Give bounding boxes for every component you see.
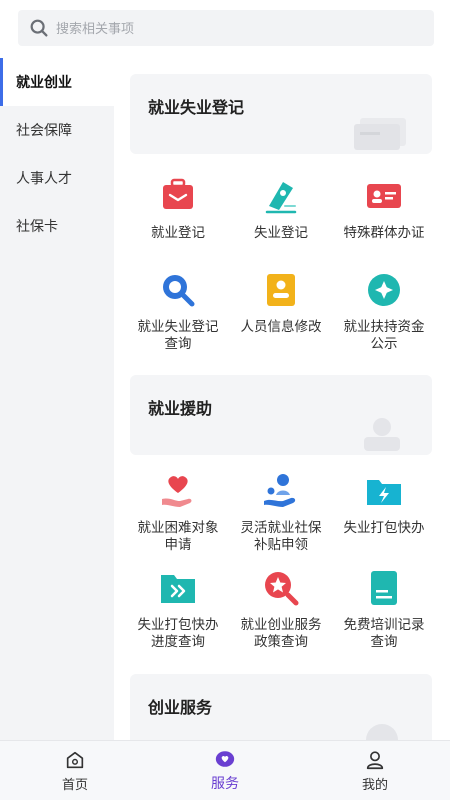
section-title: 就业失业登记 xyxy=(148,100,245,117)
section-title: 创业服务 xyxy=(148,700,213,717)
tab-home[interactable]: 首页 xyxy=(0,741,150,800)
bottom-tab-bar: 首页 服务 我的 xyxy=(0,740,450,800)
service-tile-flexible-subsidy[interactable]: 灵活就业社保补贴申领 xyxy=(231,471,331,553)
id-card-icon xyxy=(367,184,401,208)
user-icon xyxy=(366,750,384,769)
service-tile-label: 就业困难对象申请 xyxy=(137,520,219,552)
service-tile-label: 就业失业登记查询 xyxy=(137,319,219,351)
person-hand-icon xyxy=(264,474,296,507)
sidebar-item-personnel[interactable]: 人事人才 xyxy=(0,154,114,202)
service-tile-training-record[interactable]: 免费培训记录查询 xyxy=(334,568,434,650)
service-tile-label: 灵活就业社保补贴申领 xyxy=(240,520,322,552)
folder-lightning-icon xyxy=(367,480,401,505)
search-input[interactable] xyxy=(56,20,396,36)
person-badge-icon xyxy=(364,418,400,451)
service-tile-label: 特殊群体办证 xyxy=(343,225,425,240)
search-icon xyxy=(30,19,48,37)
service-tile-label: 就业扶持资金公示 xyxy=(343,319,425,351)
sidebar-item-label: 社会保障 xyxy=(16,122,72,138)
section-banner-assistance[interactable]: 就业援助 xyxy=(130,375,432,455)
briefcase-icon xyxy=(163,178,193,209)
tab-label: 我的 xyxy=(361,776,388,792)
top-bar xyxy=(0,0,450,58)
sidebar-item-social-security[interactable]: 社会保障 xyxy=(0,106,114,154)
sidebar-item-label: 就业创业 xyxy=(16,74,72,90)
section-banner-registration[interactable]: 就业失业登记 xyxy=(130,74,432,154)
service-tile-label: 就业创业服务政策查询 xyxy=(240,617,322,649)
home-icon xyxy=(66,751,84,768)
service-tile-special-group-certificate[interactable]: 特殊群体办证 xyxy=(334,176,434,241)
service-tile-label: 就业登记 xyxy=(151,225,205,240)
tab-label: 首页 xyxy=(61,776,88,792)
pen-nib-icon xyxy=(265,182,297,214)
tab-mine[interactable]: 我的 xyxy=(300,741,450,800)
service-tile-registration-query[interactable]: 就业失业登记查询 xyxy=(128,270,228,352)
user-doc-icon xyxy=(267,274,295,306)
diamond-badge-icon xyxy=(368,274,400,306)
heart-bubble-icon xyxy=(215,751,235,767)
service-tile-unemployment-registration[interactable]: 失业登记 xyxy=(231,176,331,241)
search-bar[interactable] xyxy=(18,10,434,46)
heart-hand-icon xyxy=(162,476,192,507)
star-search-icon xyxy=(265,572,299,606)
section-banner-entrepreneurship[interactable]: 创业服务 xyxy=(130,674,432,740)
service-tile-support-fund-notice[interactable]: 就业扶持资金公示 xyxy=(334,270,434,352)
card-stack-icon xyxy=(354,118,406,150)
service-tile-label: 失业打包快办进度查询 xyxy=(137,617,219,649)
service-tile-label: 人员信息修改 xyxy=(240,319,322,334)
service-content: 就业失业登记 就业登记 失业登记 特殊群体办证 就业失业登记查询 人员信息修改 … xyxy=(114,58,450,740)
document-icon xyxy=(371,571,397,605)
yuan-badge-icon xyxy=(366,724,398,740)
category-sidebar: 就业创业 社会保障 人事人才 社保卡 xyxy=(0,58,114,740)
service-tile-label: 失业登记 xyxy=(254,225,308,240)
search-query-icon xyxy=(163,275,195,307)
sidebar-item-label: 社保卡 xyxy=(16,218,58,234)
service-tile-package-progress[interactable]: 失业打包快办进度查询 xyxy=(128,568,228,650)
tab-services[interactable]: 服务 xyxy=(150,741,300,800)
sidebar-item-social-card[interactable]: 社保卡 xyxy=(0,202,114,250)
service-tile-label: 失业打包快办 xyxy=(343,520,425,535)
tab-label: 服务 xyxy=(211,775,239,791)
section-title: 就业援助 xyxy=(148,401,213,418)
sidebar-item-employment[interactable]: 就业创业 xyxy=(0,58,114,106)
service-tile-label: 免费培训记录查询 xyxy=(343,617,425,649)
service-tile-employment-registration[interactable]: 就业登记 xyxy=(128,176,228,241)
service-tile-unemployment-package[interactable]: 失业打包快办 xyxy=(334,471,434,536)
service-tile-policy-query[interactable]: 就业创业服务政策查询 xyxy=(231,568,331,650)
service-tile-hardship-application[interactable]: 就业困难对象申请 xyxy=(128,471,228,553)
sidebar-item-label: 人事人才 xyxy=(16,170,72,186)
service-tile-personal-info-update[interactable]: 人员信息修改 xyxy=(231,270,331,335)
folder-forward-icon xyxy=(161,575,195,603)
